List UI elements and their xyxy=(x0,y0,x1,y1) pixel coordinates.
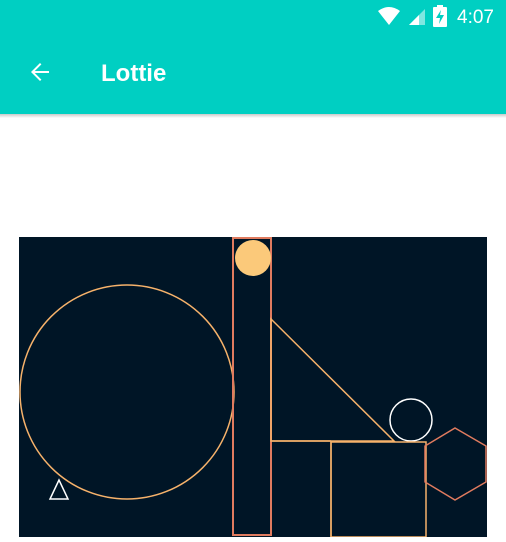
arrow-back-icon xyxy=(28,60,52,89)
app-bar: Lottie xyxy=(0,36,506,114)
status-icons: 4:07 xyxy=(377,0,494,36)
animation-canvas xyxy=(19,237,487,538)
lottie-animation-view[interactable] xyxy=(19,237,487,538)
filled-ball-shape xyxy=(235,240,271,276)
status-bar: 4:07 xyxy=(0,0,506,36)
status-time: 4:07 xyxy=(457,7,494,28)
battery-icon xyxy=(433,4,448,32)
signal-icon xyxy=(407,6,427,31)
back-button[interactable] xyxy=(22,56,58,92)
page-title: Lottie xyxy=(101,60,167,87)
content-area xyxy=(0,118,506,538)
wifi-icon xyxy=(377,6,401,31)
